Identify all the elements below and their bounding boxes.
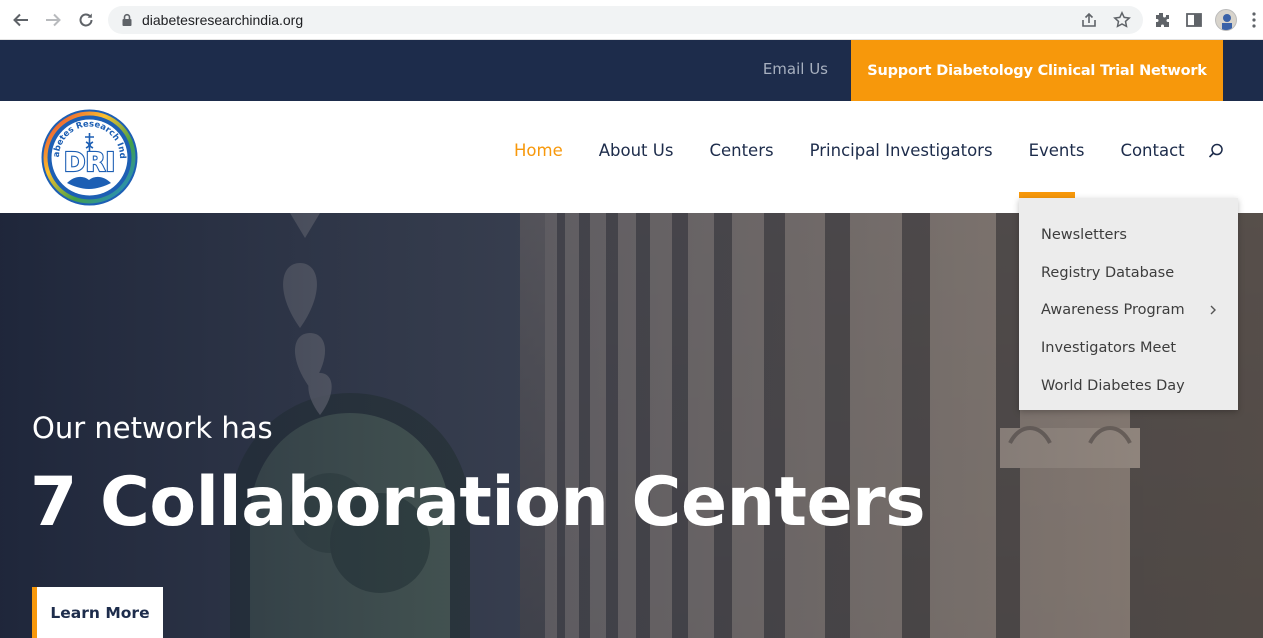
- dropdown-item-label: Investigators Meet: [1041, 340, 1177, 357]
- address-bar[interactable]: diabetesresearchindia.org: [108, 6, 1143, 34]
- lock-icon: [122, 13, 132, 26]
- main-navigation: Home About Us Centers Principal Investig…: [514, 141, 1185, 165]
- email-us-link[interactable]: Email Us: [763, 60, 828, 78]
- dropdown-item-awareness-program[interactable]: Awareness Program: [1019, 292, 1238, 330]
- nav-events[interactable]: Events: [1029, 141, 1085, 165]
- top-bar: Email Us Support Diabetology Clinical Tr…: [0, 40, 1263, 101]
- url-text: diabetesresearchindia.org: [142, 12, 304, 28]
- dropdown-item-label: Registry Database: [1041, 264, 1175, 281]
- nav-principal-investigators[interactable]: Principal Investigators: [810, 141, 993, 165]
- dropdown-item-label: Newsletters: [1041, 226, 1127, 243]
- hero-subtitle: Our network has: [32, 411, 273, 445]
- nav-contact[interactable]: Contact: [1120, 141, 1184, 165]
- site-header: Diabetes Research India DRI Home About U…: [0, 101, 1263, 213]
- reload-icon[interactable]: [75, 9, 97, 31]
- search-icon[interactable]: [1207, 142, 1225, 160]
- dropdown-item-label: World Diabetes Day: [1041, 378, 1185, 395]
- extensions-icon[interactable]: [1152, 10, 1172, 30]
- nav-about-us[interactable]: About Us: [599, 141, 674, 165]
- forward-icon[interactable]: [42, 9, 64, 31]
- dropdown-item-investigators-meet[interactable]: Investigators Meet: [1019, 329, 1238, 367]
- browser-toolbar: diabetesresearchindia.org: [0, 0, 1263, 40]
- nav-centers[interactable]: Centers: [709, 141, 773, 165]
- dri-logo[interactable]: Diabetes Research India DRI: [39, 107, 140, 208]
- logo-dri-text: DRI: [64, 148, 115, 178]
- dropdown-item-label: Awareness Program: [1041, 302, 1185, 319]
- nav-home[interactable]: Home: [514, 141, 563, 165]
- menu-icon[interactable]: [1251, 11, 1257, 29]
- chevron-right-icon: [1210, 305, 1216, 315]
- share-icon[interactable]: [1080, 11, 1098, 29]
- hero-title: 7 Collaboration Centers: [30, 463, 926, 542]
- dropdown-item-registry-database[interactable]: Registry Database: [1019, 254, 1238, 292]
- dropdown-item-world-diabetes-day[interactable]: World Diabetes Day: [1019, 367, 1238, 405]
- learn-more-button[interactable]: Learn More: [32, 587, 163, 638]
- profile-avatar[interactable]: [1215, 9, 1237, 31]
- side-panel-icon[interactable]: [1184, 10, 1204, 30]
- dropdown-item-newsletters[interactable]: Newsletters: [1019, 216, 1238, 254]
- back-icon[interactable]: [10, 9, 32, 31]
- support-network-button[interactable]: Support Diabetology Clinical Trial Netwo…: [851, 40, 1223, 101]
- events-dropdown-menu: Newsletters Registry Database Awareness …: [1019, 198, 1238, 410]
- bookmark-star-icon[interactable]: [1113, 11, 1131, 29]
